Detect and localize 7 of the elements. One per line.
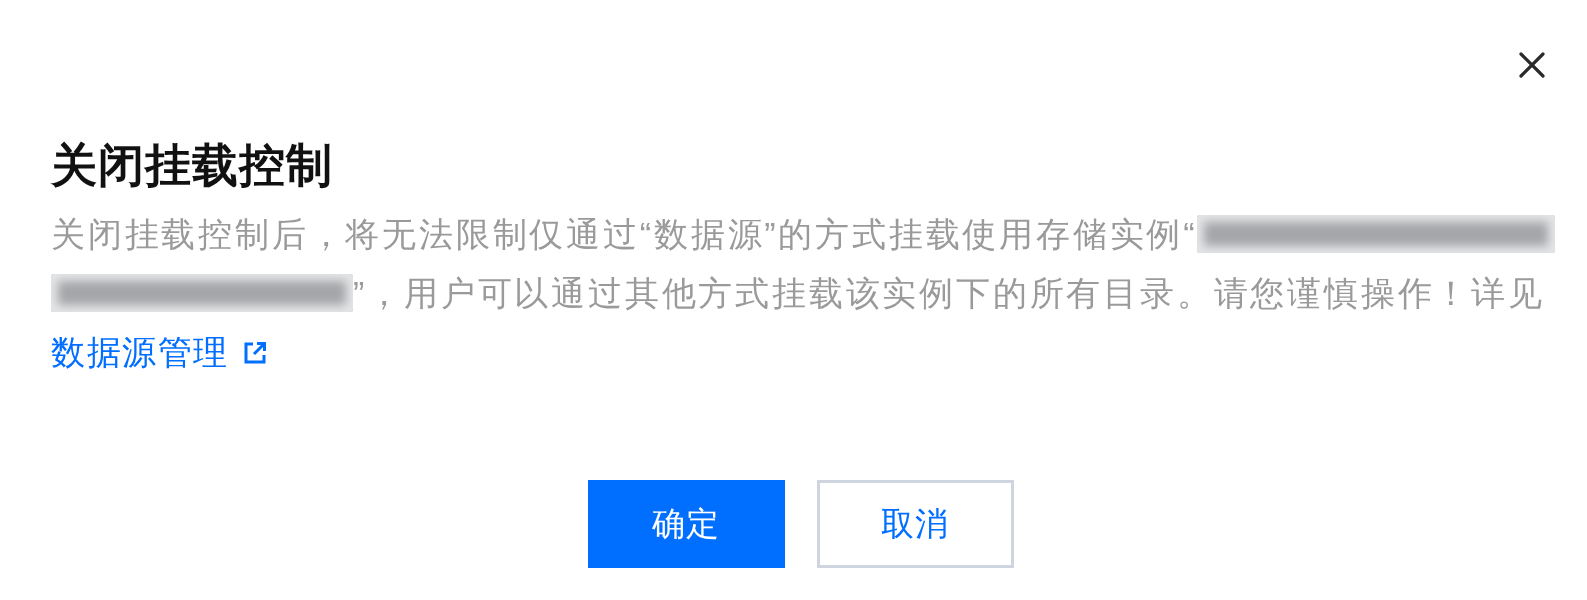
dialog-title: 关闭挂载控制 bbox=[51, 138, 334, 193]
warning-message: 关闭挂载控制后，将无法限制仅通过“数据源”的方式挂载使用存储实例“ ”，用户可以通过其他方式挂载该实例下的所有目录。请您谨慎操作！详见 数据源管理 bbox=[51, 205, 1569, 382]
cancel-button[interactable]: 取消 bbox=[816, 480, 1014, 568]
data-source-link[interactable]: 数据源管理 bbox=[51, 323, 267, 382]
confirm-button[interactable]: 确定 bbox=[587, 480, 785, 568]
close-icon bbox=[1519, 52, 1545, 78]
close-button[interactable] bbox=[1519, 52, 1545, 78]
